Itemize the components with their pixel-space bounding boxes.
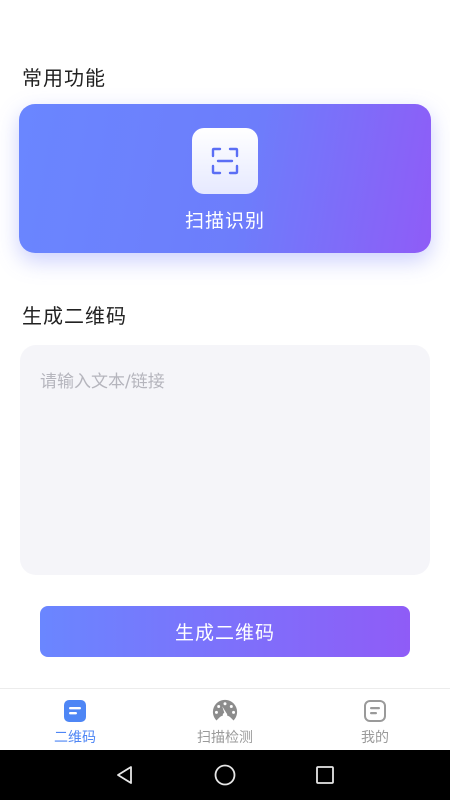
scan-recognize-card[interactable]: 扫描识别 (19, 104, 431, 253)
home-icon[interactable] (212, 762, 238, 788)
generate-qrcode-button[interactable]: 生成二维码 (40, 606, 410, 657)
speedometer-icon (212, 698, 238, 724)
tab-mine[interactable]: 我的 (300, 689, 450, 751)
qrcode-doc-icon (62, 698, 88, 724)
tab-qrcode-label: 二维码 (54, 730, 96, 746)
generate-qrcode-title: 生成二维码 (22, 304, 127, 328)
tab-scan-detect-label: 扫描检测 (197, 730, 253, 746)
scan-frame-icon (211, 147, 239, 175)
common-functions-title: 常用功能 (22, 66, 106, 90)
tab-mine-label: 我的 (361, 730, 389, 746)
back-icon[interactable] (112, 762, 138, 788)
profile-doc-icon (362, 698, 388, 724)
tab-scan-detect[interactable]: 扫描检测 (150, 689, 300, 751)
recents-icon[interactable] (312, 762, 338, 788)
text-link-input[interactable] (20, 345, 430, 575)
system-navigation-bar (0, 750, 450, 800)
scan-icon-box (192, 128, 258, 194)
scan-recognize-label: 扫描识别 (184, 210, 265, 232)
tab-qrcode[interactable]: 二维码 (0, 689, 150, 751)
app-screen: 常用功能 扫描识别 生成二维码 生成二维码 二维码 (0, 0, 450, 800)
bottom-tab-bar: 二维码 扫描检测 我的 (0, 688, 450, 751)
